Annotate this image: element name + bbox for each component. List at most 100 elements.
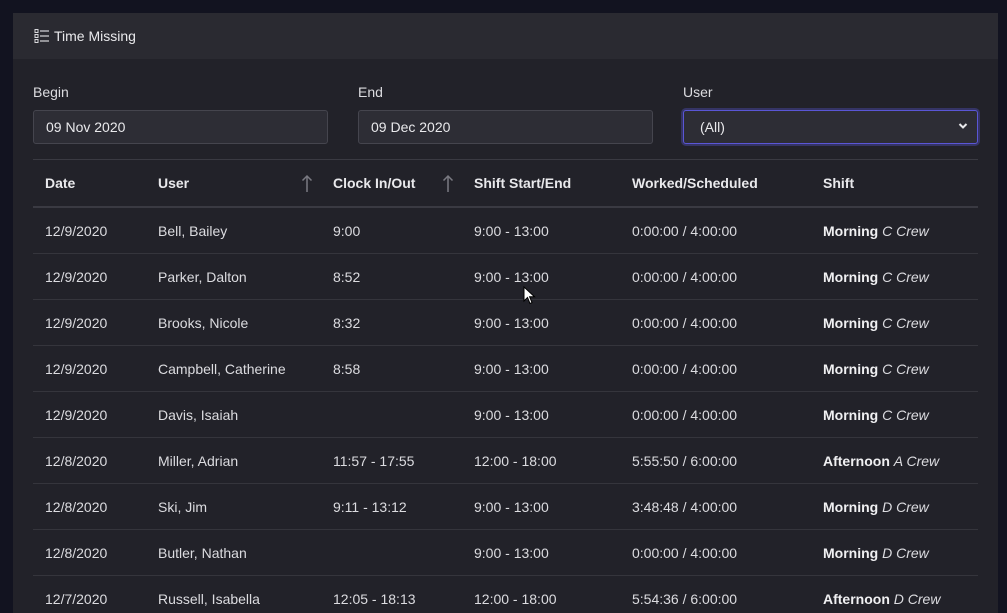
sort-arrow-icon[interactable]: [442, 173, 454, 196]
cell-worked-scheduled: 0:00:00 / 4:00:00: [632, 360, 738, 377]
shift-name: Morning: [823, 406, 879, 423]
table-row[interactable]: 12/9/2020 Bell, Bailey 9:00 9:00 - 13:00 0:0…: [33, 208, 978, 254]
cell-shift-time: 12:00 - 18:00: [474, 452, 557, 469]
header-clock[interactable]: Clock In/Out: [321, 174, 462, 192]
crew-name: C Crew: [882, 268, 929, 285]
cell-worked-scheduled: 0:00:00 / 4:00:00: [632, 222, 738, 239]
cell-shift-time: 9:00 - 13:00: [474, 314, 549, 331]
end-label: End: [358, 84, 383, 100]
user-label: User: [683, 84, 713, 100]
begin-label: Begin: [33, 84, 69, 100]
cell-date: 12/9/2020: [45, 360, 108, 377]
sort-arrow-icon[interactable]: [301, 173, 313, 196]
panel-title: Time Missing: [54, 28, 136, 44]
shift-name: Morning: [823, 360, 879, 377]
table-row[interactable]: 12/9/2020 Parker, Dalton 8:52 9:00 - 13:00 0…: [33, 254, 978, 300]
cell-clock: 8:52: [333, 268, 361, 285]
cell-shift: Morning D Crew: [811, 499, 978, 515]
crew-name: C Crew: [882, 406, 929, 423]
shift-name: Afternoon: [823, 452, 890, 469]
begin-field: Begin 09 Nov 2020: [33, 84, 328, 144]
table-row[interactable]: 12/9/2020 Brooks, Nicole 8:32 9:00 - 13:00 0…: [33, 300, 978, 346]
cell-user: Brooks, Nicole: [158, 314, 249, 331]
cell-clock: 9:11 - 13:12: [333, 498, 407, 515]
header-user-label: User: [158, 175, 190, 191]
cell-worked-scheduled: 0:00:00 / 4:00:00: [632, 268, 738, 285]
header-worked-scheduled[interactable]: Worked/Scheduled: [620, 175, 811, 191]
cell-shift: Afternoon A Crew: [811, 453, 978, 469]
table-row[interactable]: 12/8/2020 Butler, Nathan 9:00 - 13:00 0:00:…: [33, 530, 978, 576]
cell-shift: Morning C Crew: [811, 223, 978, 239]
shift-name: Morning: [823, 268, 879, 285]
shift-name: Morning: [823, 314, 879, 331]
cell-date: 12/9/2020: [45, 222, 108, 239]
end-date-value: 09 Dec 2020: [371, 119, 451, 135]
cell-worked-scheduled: 3:48:48 / 4:00:00: [632, 498, 738, 515]
table-row[interactable]: 12/7/2020 Russell, Isabella 12:05 - 18:13 1…: [33, 576, 978, 613]
cell-worked-scheduled: 5:55:50 / 6:00:00: [632, 452, 738, 469]
shift-name: Morning: [823, 544, 879, 561]
cell-user: Parker, Dalton: [158, 268, 247, 285]
cell-shift-time: 9:00 - 13:00: [474, 544, 549, 561]
crew-name: D Crew: [893, 590, 941, 607]
shift-name: Morning: [823, 222, 879, 239]
crew-name: C Crew: [882, 314, 929, 331]
cell-user: Bell, Bailey: [158, 222, 228, 239]
cell-clock: 8:32: [333, 314, 361, 331]
filters: Begin 09 Nov 2020 End 09 Dec 2020 User (…: [13, 59, 998, 159]
cell-date: 12/9/2020: [45, 268, 108, 285]
cell-clock: 9:00: [333, 222, 361, 239]
cell-date: 12/7/2020: [45, 590, 108, 607]
cell-shift-time: 12:00 - 18:00: [474, 590, 557, 607]
cell-shift: Afternoon D Crew: [811, 591, 978, 607]
cell-user: Ski, Jim: [158, 498, 207, 515]
shift-name: Afternoon: [823, 590, 890, 607]
cell-shift: Morning C Crew: [811, 361, 978, 377]
user-select[interactable]: (All): [683, 110, 978, 144]
header-user[interactable]: User: [146, 174, 321, 192]
table-row[interactable]: 12/8/2020 Ski, Jim 9:11 - 13:12 9:00 - 13:0…: [33, 484, 978, 530]
cell-date: 12/8/2020: [45, 544, 108, 561]
cell-shift-time: 9:00 - 13:00: [474, 268, 549, 285]
crew-name: D Crew: [882, 544, 929, 561]
user-select-value: (All): [700, 119, 725, 135]
cell-shift: Morning C Crew: [811, 407, 978, 423]
table-header: Date User Clock In/Out Shift Start/End W…: [33, 160, 978, 208]
crew-name: A Crew: [893, 452, 940, 469]
table-row[interactable]: 12/8/2020 Miller, Adrian 11:57 - 17:55 12:0…: [33, 438, 978, 484]
cell-shift-time: 9:00 - 13:00: [474, 498, 549, 515]
cell-date: 12/9/2020: [45, 406, 108, 423]
time-missing-panel: Time Missing Begin 09 Nov 2020 End 09 De…: [13, 13, 998, 613]
crew-name: C Crew: [882, 360, 929, 377]
header-clock-label: Clock In/Out: [333, 175, 416, 191]
time-missing-table: Date User Clock In/Out Shift Start/End W…: [33, 159, 978, 613]
cell-worked-scheduled: 5:54:36 / 6:00:00: [632, 590, 738, 607]
end-date-input[interactable]: 09 Dec 2020: [358, 110, 653, 144]
header-shift-start-end[interactable]: Shift Start/End: [462, 175, 620, 191]
header-shift[interactable]: Shift: [811, 175, 978, 191]
cell-shift-time: 9:00 - 13:00: [474, 360, 549, 377]
cell-shift-time: 9:00 - 13:00: [474, 406, 549, 423]
cell-shift: Morning C Crew: [811, 269, 978, 285]
table-row[interactable]: 12/9/2020 Campbell, Catherine 8:58 9:00 - 1…: [33, 346, 978, 392]
begin-date-input[interactable]: 09 Nov 2020: [33, 110, 328, 144]
cell-user: Miller, Adrian: [158, 452, 239, 469]
cell-date: 12/8/2020: [45, 498, 108, 515]
header-date[interactable]: Date: [33, 175, 146, 191]
cell-worked-scheduled: 0:00:00 / 4:00:00: [632, 544, 738, 561]
table-row[interactable]: 12/9/2020 Davis, Isaiah 9:00 - 13:00 0:00:0…: [33, 392, 978, 438]
cell-date: 12/8/2020: [45, 452, 108, 469]
cell-worked-scheduled: 0:00:00 / 4:00:00: [632, 406, 738, 423]
cell-clock: 11:57 - 17:55: [333, 452, 415, 469]
cell-shift-time: 9:00 - 13:00: [474, 222, 549, 239]
crew-name: D Crew: [882, 498, 929, 515]
list-icon: [34, 28, 50, 44]
panel-header: Time Missing: [13, 13, 998, 59]
cell-user: Butler, Nathan: [158, 544, 247, 561]
user-field: User (All): [683, 84, 978, 144]
cell-shift: Morning C Crew: [811, 315, 978, 331]
cell-clock: 12:05 - 18:13: [333, 590, 416, 607]
cell-date: 12/9/2020: [45, 314, 108, 331]
cell-clock: 8:58: [333, 360, 361, 377]
chevron-down-icon: [957, 119, 969, 135]
